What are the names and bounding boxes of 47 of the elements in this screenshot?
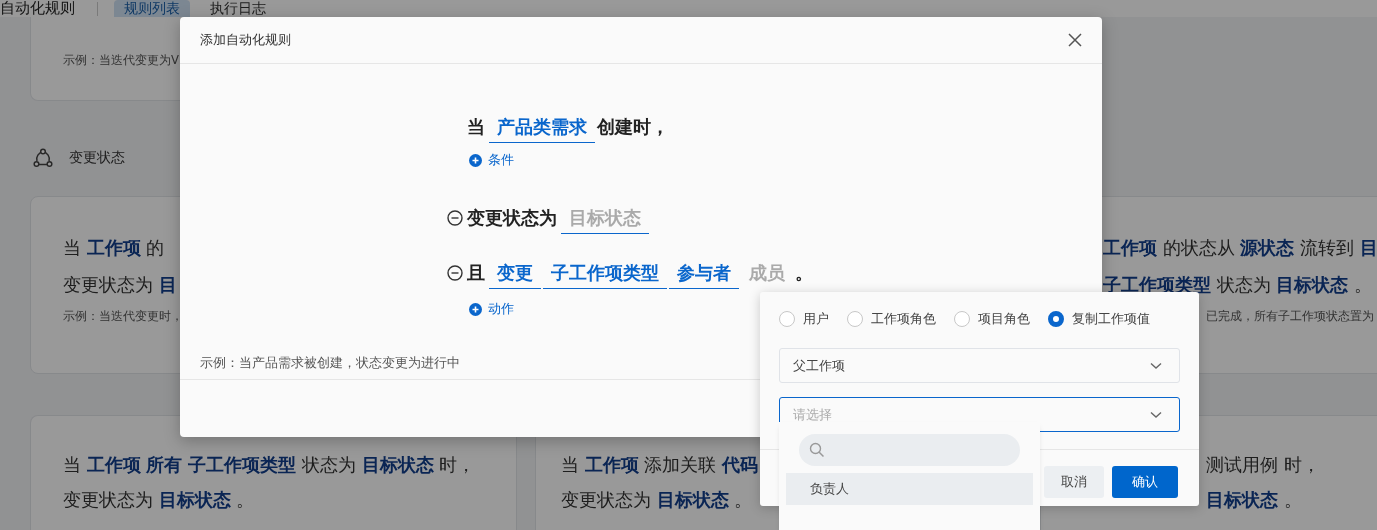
plus-circle-icon [469,153,482,167]
cancel-button[interactable]: 取消 [1044,466,1104,498]
nodes-icon [33,148,53,168]
rule-sentence: 当 工作项 添加关联 代码 [561,453,759,477]
token-field[interactable]: 参与者 [669,257,739,289]
minus-circle-icon[interactable] [447,265,463,281]
rule-text: 。 [795,261,813,285]
confirm-button[interactable]: 确认 [1112,466,1178,498]
rule-sentence: 当 工作项 的 [63,236,165,260]
search-field[interactable] [799,434,1020,466]
rule-sentence: 变更状态为 目 [63,273,177,297]
rule-sentence: 目标状态 。 [1206,488,1302,512]
radio-option[interactable]: 复制工作项值 [1048,310,1150,328]
rule-sentence: 测试用例 时， [1206,453,1320,477]
rule-text: 变更状态为 [467,206,557,230]
rule-sentence: 变更状态为 目标状态 。 [561,488,753,512]
rule-sentence: 变更状态为 目标状态 。 [63,488,255,512]
rule-text: 且 [467,261,485,285]
add-condition-link[interactable]: 条件 [488,151,514,169]
radio-option[interactable]: 工作项角色 [847,310,936,328]
plus-circle-icon [469,302,482,316]
token-field[interactable]: 子工作项类型 [543,257,667,289]
token-field[interactable]: 产品类需求 [489,111,595,143]
tab[interactable]: 规则列表 [114,0,190,17]
minus-circle-icon[interactable] [447,210,463,226]
close-icon[interactable] [1068,33,1082,47]
example-text: 示例：当产品需求被创建，状态变更为进行中 [200,354,460,372]
example-text: 示例：当迭代变更时， [63,308,183,325]
token-field[interactable]: 变更 [489,257,541,289]
radio-option[interactable]: 项目角色 [954,310,1030,328]
select-field[interactable]: 父工作项 [779,348,1180,383]
page-title: 自动化规则 [0,0,75,17]
example-text: 示例：当迭代变更为V [63,52,179,69]
search-icon [809,442,825,458]
rule-text: 创建时， [597,115,669,139]
dialog-title: 添加自动化规则 [200,31,291,49]
add-action-link[interactable]: 动作 [488,300,514,318]
dropdown-option[interactable]: 负责人 [786,473,1033,505]
section-title: 变更状态 [69,148,125,167]
chevron-down-icon [1150,410,1162,419]
chevron-down-icon [1150,361,1162,370]
tab[interactable]: 执行日志 [200,0,276,17]
rule-sentence: 工作项 的状态从 源状态 流转到 目 [1103,236,1377,260]
rule-sentence: 当 工作项 所有 子工作项类型 状态为 目标状态 时， [63,453,476,477]
radio-option[interactable]: 用户 [779,310,829,328]
example-text: 已完成，所有子工作项状态置为 [1206,308,1374,325]
rule-text: 当 [467,115,485,139]
